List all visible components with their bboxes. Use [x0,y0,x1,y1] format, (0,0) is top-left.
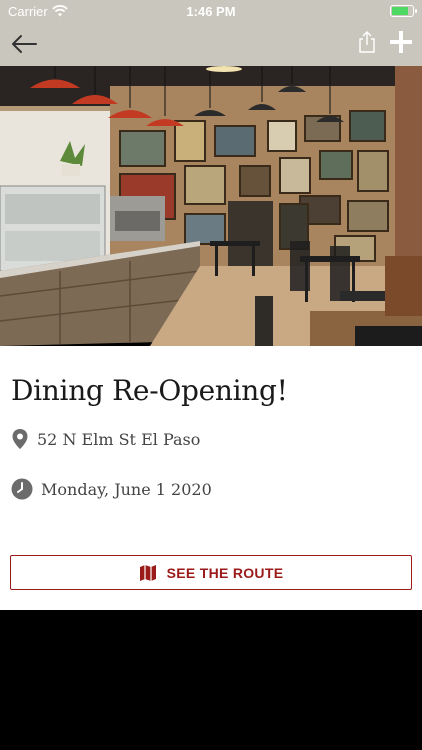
empty-bottom-area [0,610,422,750]
status-left: Carrier [8,4,68,19]
map-pin-icon [12,429,28,449]
event-date: Monday, June 1 2020 [41,479,212,499]
battery-level [392,7,408,15]
event-details: Dining Re-Opening! 52 N Elm St El Paso M… [0,346,422,610]
share-button[interactable] [358,30,376,59]
nav-bar [0,22,422,66]
date-row: Monday, June 1 2020 [11,478,212,500]
back-button[interactable] [10,29,40,59]
arrow-left-icon [12,35,37,53]
status-bar: Carrier 1:46 PM [0,0,422,22]
battery-icon [390,5,417,17]
plus-icon [389,29,413,54]
event-photo [0,66,422,346]
map-icon [139,564,156,581]
add-button[interactable] [389,29,413,58]
clock-icon [11,478,33,500]
wifi-icon [52,5,68,17]
carrier-label: Carrier [8,3,48,19]
cafe-interior-image [0,66,422,346]
see-route-label: SEE THE ROUTE [166,564,284,581]
event-title: Dining Re-Opening! [11,374,288,407]
share-icon [359,30,375,53]
see-route-button[interactable]: SEE THE ROUTE [10,555,412,590]
nav-actions [358,29,413,59]
address-row: 52 N Elm St El Paso [11,428,200,450]
event-address: 52 N Elm St El Paso [37,429,201,449]
